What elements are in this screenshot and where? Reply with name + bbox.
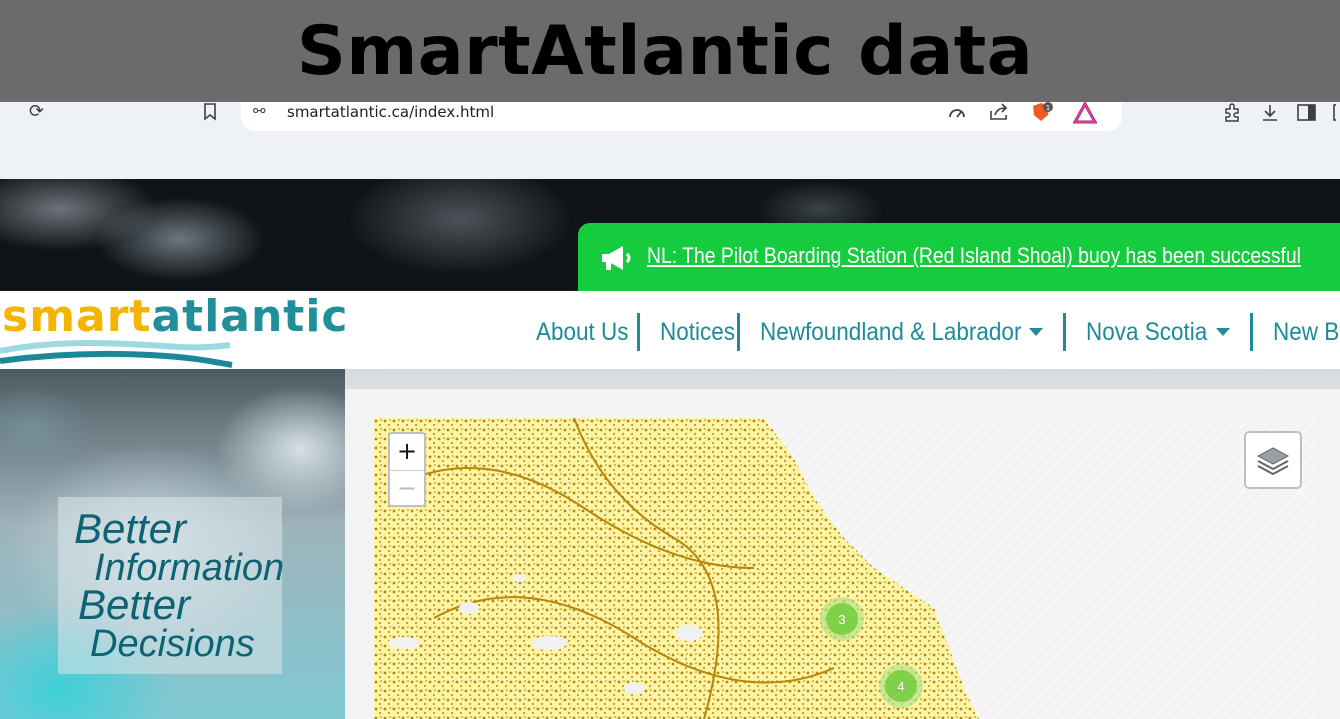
layers-button[interactable] bbox=[1244, 431, 1302, 489]
zoom-in-button[interactable]: + bbox=[390, 434, 424, 470]
notice-banner: NL: The Pilot Boarding Station (Red Isla… bbox=[578, 223, 1340, 293]
land-layer bbox=[374, 418, 979, 719]
tagline-line4: Decisions bbox=[90, 623, 255, 665]
speed-icon[interactable] bbox=[947, 103, 967, 126]
cluster-count: 3 bbox=[826, 603, 858, 635]
cluster-count: 4 bbox=[885, 670, 917, 702]
main-nav: About Us Notices Newfoundland & Labrador… bbox=[536, 313, 1340, 351]
nav-nova-scotia-label: Nova Scotia bbox=[1085, 317, 1208, 346]
zoom-out-button[interactable]: − bbox=[390, 470, 424, 506]
address-bar[interactable]: ⚯ smartatlantic.ca/index.html 1 bbox=[241, 100, 1122, 131]
caption-title: SmartAtlantic data bbox=[296, 11, 1034, 91]
megaphone-icon bbox=[602, 246, 631, 270]
logo-text: smartatlantic bbox=[2, 291, 349, 342]
forward-icon[interactable]: › bbox=[0, 102, 1, 122]
tagline-line3: Better bbox=[78, 581, 191, 628]
download-icon[interactable] bbox=[1260, 103, 1280, 128]
reload-icon[interactable]: ⟳ bbox=[29, 102, 44, 122]
bookmark-icon[interactable] bbox=[203, 103, 217, 126]
logo-text-atlantic: atlantic bbox=[151, 291, 349, 342]
brave-rewards-icon[interactable] bbox=[1072, 100, 1098, 129]
nav-divider bbox=[737, 313, 741, 351]
extensions-icon[interactable] bbox=[1222, 103, 1244, 128]
sidebar-icon[interactable] bbox=[1296, 103, 1340, 128]
caption-banner: SmartAtlantic data bbox=[0, 0, 1340, 102]
brave-shields-icon[interactable]: 1 bbox=[1031, 102, 1055, 129]
logo-wave-icon bbox=[0, 340, 233, 368]
layers-icon bbox=[1256, 447, 1290, 476]
map-panel: + − 3 4 bbox=[345, 389, 1340, 719]
url-text: smartatlantic.ca/index.html bbox=[287, 103, 495, 121]
website: NL: The Pilot Boarding Station (Red Isla… bbox=[0, 179, 1340, 719]
site-settings-icon[interactable]: ⚯ bbox=[253, 102, 266, 120]
marker-cluster[interactable]: 4 bbox=[879, 664, 923, 708]
shield-badge: 1 bbox=[1046, 104, 1050, 112]
nav-newfoundland-labrador[interactable]: Newfoundland & Labrador bbox=[760, 317, 1043, 347]
zoom-control: + − bbox=[388, 432, 426, 507]
tagline-box: Better Information Better Decisions bbox=[58, 497, 284, 674]
marker-cluster[interactable]: 3 bbox=[820, 597, 864, 641]
nav-about-us[interactable]: About Us bbox=[536, 318, 629, 347]
tagline-line1: Better bbox=[74, 505, 187, 552]
nav-newfoundland-labrador-label: Newfoundland & Labrador bbox=[760, 317, 1022, 346]
chevron-down-icon bbox=[1028, 328, 1043, 336]
logo-text-smart: smart bbox=[2, 291, 152, 342]
browser-toolbar: › ⟳ ⚯ smartatlantic.ca/index.html 1 bbox=[0, 100, 1340, 179]
nav-new-brunswick[interactable]: New Bru bbox=[1273, 318, 1340, 347]
site-navbar: smartatlantic About Us Notices Newfoundl… bbox=[0, 291, 1340, 369]
nav-divider bbox=[1249, 313, 1253, 351]
chevron-down-icon bbox=[1215, 328, 1230, 336]
nav-divider bbox=[1062, 313, 1066, 351]
notice-link[interactable]: NL: The Pilot Boarding Station (Red Isla… bbox=[647, 243, 1301, 269]
nav-nova-scotia[interactable]: Nova Scotia bbox=[1086, 318, 1230, 347]
nav-notices[interactable]: Notices bbox=[660, 318, 735, 347]
smartatlantic-logo[interactable]: smartatlantic bbox=[0, 291, 360, 369]
share-icon[interactable] bbox=[989, 103, 1009, 126]
map-view[interactable]: + − 3 4 bbox=[374, 418, 1316, 719]
nav-divider bbox=[636, 313, 640, 351]
